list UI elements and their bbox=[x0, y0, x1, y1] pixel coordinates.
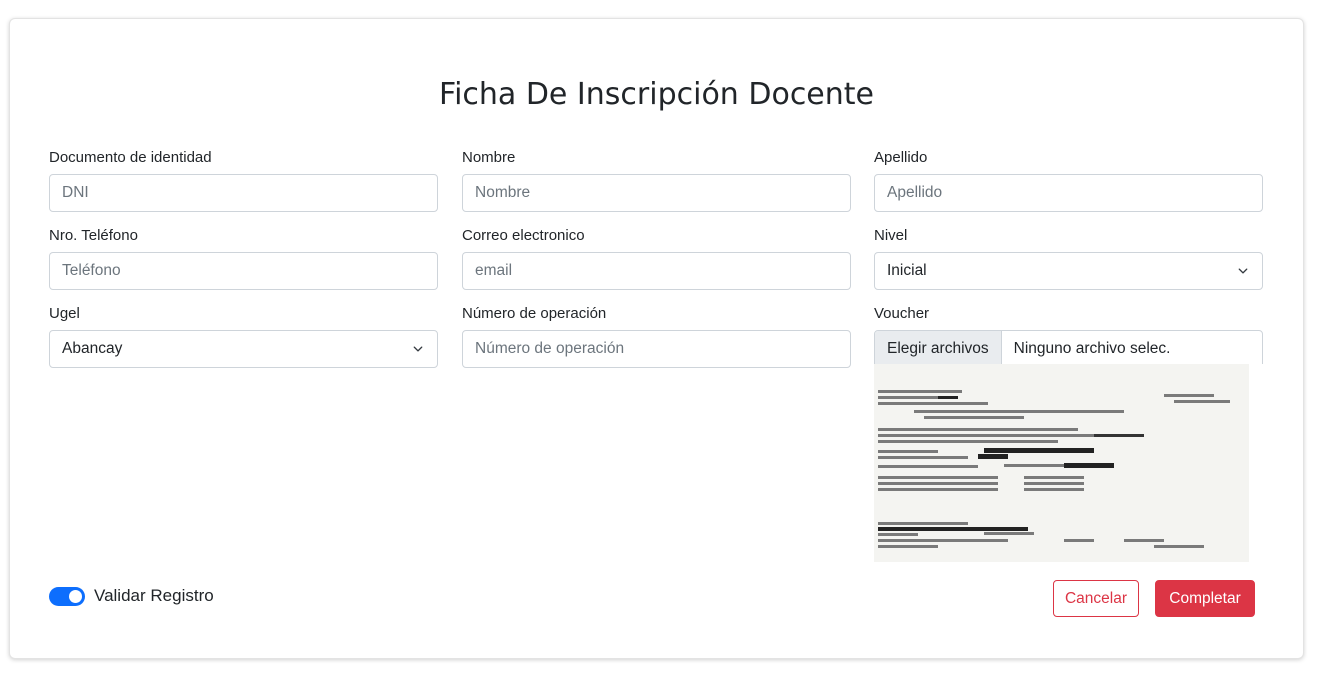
receipt-image bbox=[874, 364, 1263, 562]
nombre-label: Nombre bbox=[462, 149, 516, 166]
voucher-preview-image bbox=[874, 364, 1263, 562]
ugel-selected-value: Abancay bbox=[62, 340, 123, 357]
apellido-input[interactable] bbox=[874, 174, 1263, 212]
email-input[interactable] bbox=[462, 252, 851, 290]
voucher-label: Voucher bbox=[874, 305, 930, 322]
chevron-down-icon bbox=[413, 346, 423, 352]
telefono-field-group: Nro. Teléfono bbox=[49, 226, 438, 290]
chevron-down-icon bbox=[1238, 268, 1248, 274]
correo-field-group: Correo electronico bbox=[462, 226, 851, 290]
cancel-button[interactable]: Cancelar bbox=[1053, 580, 1139, 617]
ugel-select[interactable]: Abancay bbox=[49, 330, 438, 368]
nivel-label: Nivel bbox=[874, 227, 908, 244]
telefono-label: Nro. Teléfono bbox=[49, 227, 138, 244]
operacion-input[interactable] bbox=[462, 330, 851, 368]
operacion-label: Número de operación bbox=[462, 305, 607, 322]
complete-button[interactable]: Completar bbox=[1155, 580, 1255, 617]
voucher-field-group: Voucher Elegir archivos Ninguno archivo … bbox=[874, 304, 1263, 368]
dni-field-group: Documento de identidad bbox=[49, 148, 438, 212]
validar-registro-toggle-group: Validar Registro bbox=[49, 586, 214, 606]
ugel-label: Ugel bbox=[49, 305, 80, 322]
nivel-field-group: Nivel Inicial bbox=[874, 226, 1263, 290]
ugel-field-group: Ugel Abancay bbox=[49, 304, 438, 368]
operacion-field-group: Número de operación bbox=[462, 304, 851, 368]
nombre-input[interactable] bbox=[462, 174, 851, 212]
correo-label: Correo electronico bbox=[462, 227, 585, 244]
toggle-switch-icon[interactable] bbox=[49, 586, 85, 606]
nivel-selected-value: Inicial bbox=[887, 262, 927, 279]
nombre-field-group: Nombre bbox=[462, 148, 851, 212]
nivel-select[interactable]: Inicial bbox=[874, 252, 1263, 290]
page-title: Ficha De Inscripción Docente bbox=[439, 77, 874, 112]
choose-file-button[interactable]: Elegir archivos bbox=[875, 331, 1002, 367]
voucher-file-input[interactable]: Elegir archivos Ninguno archivo selec. bbox=[874, 330, 1263, 368]
apellido-field-group: Apellido bbox=[874, 148, 1263, 212]
file-name-text: Ninguno archivo selec. bbox=[1013, 340, 1171, 357]
dni-input[interactable] bbox=[49, 174, 438, 212]
apellido-label: Apellido bbox=[874, 149, 928, 166]
toggle-label: Validar Registro bbox=[94, 586, 214, 605]
dni-label: Documento de identidad bbox=[49, 149, 212, 166]
telefono-input[interactable] bbox=[49, 252, 438, 290]
toggle-knob bbox=[69, 589, 82, 603]
